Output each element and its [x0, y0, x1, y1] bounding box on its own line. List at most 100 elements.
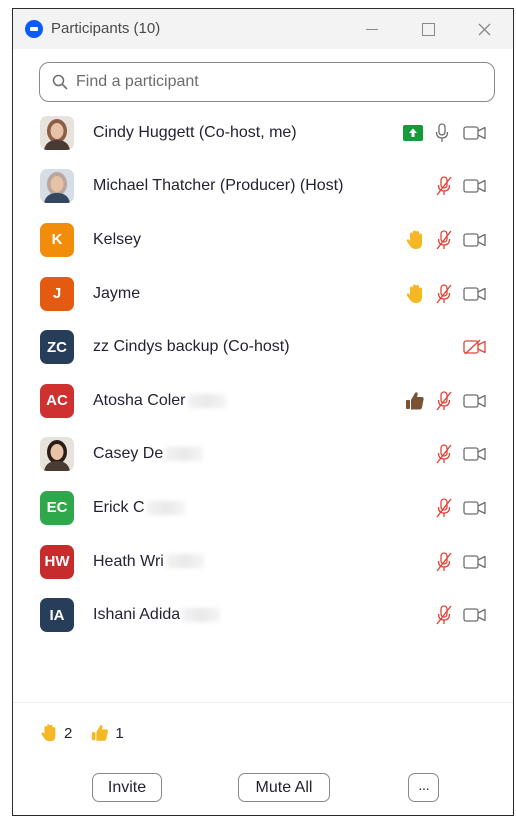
raised-hand-icon: [404, 229, 426, 251]
avatar: HW: [40, 544, 74, 579]
participant-name-text: Jayme: [93, 284, 141, 302]
redacted-blur: [182, 607, 221, 622]
participant-row[interactable]: AC Atosha Coler: [13, 374, 513, 428]
mic-muted-icon[interactable]: [435, 551, 453, 572]
invite-button[interactable]: Invite: [92, 773, 162, 802]
participant-name-text: zz Cindys backup (Co-host): [93, 338, 290, 356]
participant-name: Heath Wri: [93, 553, 204, 571]
raised-hand-icon: [404, 283, 426, 305]
participants-window: Participants (10) Cindy Huggett (Co-host…: [12, 8, 514, 816]
mute-all-button[interactable]: Mute All: [238, 773, 330, 802]
more-options-button[interactable]: ···: [408, 773, 439, 802]
status-icons: [403, 160, 513, 214]
video-off-icon: [463, 286, 487, 302]
title-bar: Participants (10): [13, 9, 513, 49]
mic-icon[interactable]: [435, 123, 449, 143]
video-off-icon: [463, 178, 487, 194]
status-icons: [403, 106, 513, 160]
mic-muted-icon[interactable]: [435, 498, 453, 518]
footer-divider: [13, 702, 513, 703]
mic-muted-icon[interactable]: [435, 605, 453, 625]
avatar: [40, 437, 74, 472]
mic-muted-icon[interactable]: [435, 444, 453, 464]
window-title: Participants (10): [51, 20, 161, 37]
video-off-icon: [463, 393, 487, 409]
thumbs-up-icon: [404, 390, 426, 412]
redacted-blur: [165, 554, 204, 569]
status-icons: [403, 481, 513, 535]
avatar: [40, 169, 74, 204]
avatar: AC: [40, 383, 74, 418]
participant-name: Ishani Adida: [93, 606, 221, 624]
minimize-icon: [366, 28, 378, 30]
reaction-count: 1: [115, 724, 124, 742]
raised-hand-icon: [39, 723, 59, 743]
avatar-initials: J: [52, 285, 62, 303]
screen-share-icon: [403, 124, 423, 141]
avatar: EC: [40, 490, 74, 525]
search-input[interactable]: [74, 72, 478, 92]
participant-name: Jayme: [93, 285, 140, 303]
participant-name-text: Kelsey: [93, 230, 142, 248]
participant-name-text: Atosha Coler: [93, 391, 186, 409]
search-icon: [52, 74, 68, 90]
mic-muted-icon[interactable]: [435, 283, 453, 304]
video-off-icon: [463, 232, 487, 248]
video-off-icon: [463, 607, 487, 623]
participant-row[interactable]: EC Erick C: [13, 481, 513, 535]
mic-muted-icon[interactable]: [435, 391, 453, 411]
participant-name: Casey De: [93, 445, 204, 463]
avatar: ZC: [40, 330, 74, 365]
redacted-blur: [187, 393, 226, 408]
participant-row[interactable]: Casey De: [13, 428, 513, 482]
participant-row[interactable]: HW Heath Wri: [13, 535, 513, 589]
participant-row[interactable]: Cindy Huggett (Co-host, me): [13, 106, 513, 160]
minimize-button[interactable]: [349, 9, 395, 49]
mic-muted-icon[interactable]: [435, 176, 453, 196]
zoom-logo-icon: [25, 20, 43, 38]
status-icons: [403, 374, 513, 428]
redacted-blur: [165, 447, 204, 462]
reaction-count: 2: [64, 724, 73, 742]
maximize-icon: [421, 22, 435, 36]
participant-name: Atosha Coler: [93, 392, 226, 410]
avatar: J: [40, 276, 74, 311]
participant-row[interactable]: ZC zz Cindys backup (Co-host): [13, 320, 513, 374]
mic-muted-icon[interactable]: [435, 230, 453, 250]
avatar-initials: K: [51, 231, 63, 249]
participant-name: Erick C: [93, 499, 185, 517]
participant-row[interactable]: Michael Thatcher (Producer) (Host): [13, 160, 513, 214]
reaction-summary: 21: [39, 723, 142, 743]
avatar-initials: AC: [46, 392, 68, 410]
participant-name-text: Erick C: [93, 498, 145, 516]
status-icons: [403, 267, 513, 321]
participant-row[interactable]: IA Ishani Adida: [13, 588, 513, 642]
maximize-button[interactable]: [405, 9, 451, 49]
close-icon: [478, 23, 490, 35]
search-box[interactable]: [39, 62, 495, 102]
avatar-initials: HW: [44, 553, 70, 571]
status-icons: [403, 320, 513, 374]
thumbs-up-icon: [90, 723, 110, 743]
status-icons: [403, 428, 513, 482]
avatar: [40, 115, 74, 150]
status-icons: [403, 588, 513, 642]
participant-name: zz Cindys backup (Co-host): [93, 338, 290, 356]
close-button[interactable]: [461, 9, 507, 49]
video-muted-icon: [463, 339, 487, 355]
avatar-initials: IA: [49, 606, 65, 624]
participant-name-text: Ishani Adida: [93, 606, 181, 624]
participant-list: Cindy Huggett (Co-host, me) Michael Thatc…: [13, 106, 513, 642]
avatar: IA: [40, 598, 74, 633]
status-icons: [403, 535, 513, 589]
participant-name-text: Michael Thatcher (Producer) (Host): [93, 177, 344, 195]
participant-name-text: Cindy Huggett (Co-host, me): [93, 123, 297, 141]
participant-name: Kelsey: [93, 231, 141, 249]
video-off-icon: [463, 554, 487, 570]
redacted-blur: [146, 500, 185, 515]
participant-row[interactable]: K Kelsey: [13, 213, 513, 267]
participant-row[interactable]: J Jayme: [13, 267, 513, 321]
avatar: K: [40, 222, 74, 257]
participant-name: Cindy Huggett (Co-host, me): [93, 124, 297, 142]
status-icons: [403, 213, 513, 267]
